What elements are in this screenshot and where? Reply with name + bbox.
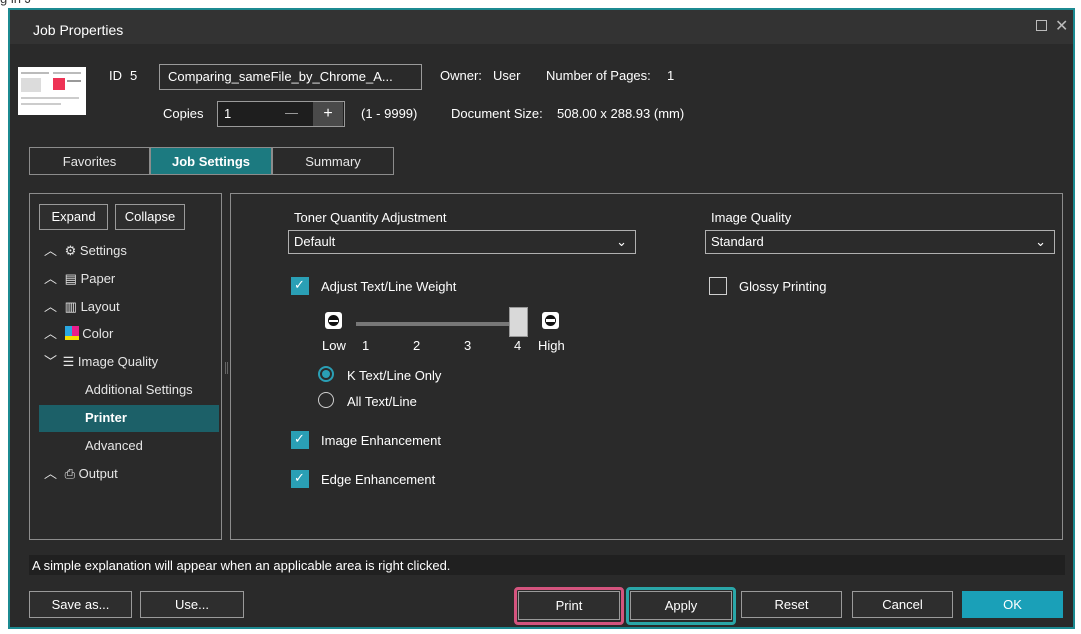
glossy-checkbox[interactable] — [709, 277, 727, 295]
gear-icon: ⚙ — [64, 243, 77, 258]
docsize-label: Document Size: — [451, 106, 543, 121]
pages-label: Number of Pages: — [546, 68, 651, 83]
color-icon — [64, 326, 79, 340]
tree-item-color[interactable]: ︿ Color — [44, 323, 214, 345]
iq-label: Image Quality — [711, 210, 792, 225]
image-enhancement-checkbox[interactable]: ✓ — [291, 431, 309, 449]
slider-tick-4: 4 — [514, 338, 522, 353]
background-partial-text: g in J — [0, 0, 31, 6]
window-title: Job Properties — [33, 22, 124, 38]
tree-item-paper[interactable]: ︿ ▤ Paper — [44, 268, 214, 290]
close-icon[interactable]: ✕ — [1055, 16, 1068, 36]
chevron-down-icon: ⌄ — [1035, 234, 1046, 249]
tree-item-settings[interactable]: ︿ ⚙ Settings — [44, 240, 214, 262]
slider-tick-3: 3 — [464, 338, 472, 353]
copies-range: (1 - 9999) — [361, 106, 418, 121]
id-value: 5 — [130, 68, 138, 83]
copies-input[interactable]: 1 — [224, 106, 231, 121]
toner-label: Toner Quantity Adjustment — [294, 210, 447, 225]
layout-icon: ▥ — [64, 299, 77, 314]
iq-select-value: Standard — [711, 234, 764, 249]
tree-item-image-quality[interactable]: ﹀ ☰ Image Quality — [44, 351, 214, 373]
adjust-text-label: Adjust Text/Line Weight — [321, 279, 457, 294]
id-label: ID — [109, 68, 122, 83]
copies-label: Copies — [163, 106, 204, 121]
tab-summary[interactable]: Summary — [272, 147, 394, 175]
slider-high-label: High — [538, 338, 565, 353]
document-thumbnail — [18, 67, 86, 115]
check-icon: ✓ — [294, 277, 305, 292]
owner-label: Owner: — [440, 68, 482, 83]
radio-k-text-label: K Text/Line Only — [347, 368, 442, 383]
tree-item-label: Color — [82, 326, 114, 341]
slider-tick-2: 2 — [413, 338, 421, 353]
use-button[interactable]: Use... — [140, 591, 244, 618]
check-icon: ✓ — [294, 431, 305, 446]
tree-item-additional-settings[interactable]: Additional Settings — [85, 379, 193, 401]
title-bar — [10, 10, 1073, 44]
radio-all-text[interactable] — [318, 392, 334, 408]
tree-item-layout[interactable]: ︿ ▥ Layout — [44, 296, 214, 318]
edge-enhancement-checkbox[interactable]: ✓ — [291, 470, 309, 488]
tab-favorites[interactable]: Favorites — [29, 147, 150, 175]
copies-stepper[interactable]: 1 — + — [217, 101, 345, 127]
cancel-button[interactable]: Cancel — [852, 591, 953, 618]
iq-select[interactable]: Standard ⌄ — [705, 230, 1055, 254]
radio-k-text[interactable] — [318, 366, 334, 382]
chevron-up-icon: ︿ — [44, 271, 58, 286]
slider-tick-1: 1 — [362, 338, 370, 353]
check-icon: ✓ — [294, 470, 305, 485]
print-button[interactable]: Print — [518, 591, 620, 620]
tree-item-label: Output — [78, 466, 118, 481]
tree-item-output[interactable]: ︿ ⎙ Output — [44, 463, 214, 485]
chevron-up-icon: ︿ — [44, 326, 58, 341]
chevron-down-icon: ⌄ — [616, 234, 627, 249]
chevron-up-icon: ︿ — [44, 466, 58, 481]
file-name-field[interactable]: Comparing_sameFile_by_Chrome_A... — [159, 64, 422, 90]
docsize-value: 508.00 x 288.93 (mm) — [557, 106, 685, 121]
ok-button[interactable]: OK — [962, 591, 1063, 618]
toner-select[interactable]: Default ⌄ — [288, 230, 636, 254]
toner-select-value: Default — [294, 234, 336, 249]
status-text: A simple explanation will appear when an… — [32, 558, 451, 573]
apply-button[interactable]: Apply — [630, 591, 732, 620]
tree-item-label: Printer — [85, 410, 127, 425]
tab-job-settings[interactable]: Job Settings — [150, 147, 272, 175]
high-weight-icon — [542, 312, 559, 329]
tree-item-advanced[interactable]: Advanced — [85, 435, 143, 457]
adjust-text-checkbox[interactable]: ✓ — [291, 277, 309, 295]
tree-item-label: Settings — [79, 243, 127, 258]
maximize-icon[interactable] — [1036, 20, 1047, 31]
pages-value: 1 — [667, 68, 675, 83]
tree-item-label: Paper — [80, 271, 116, 286]
image-enhancement-label: Image Enhancement — [321, 433, 441, 448]
chevron-up-icon: ︿ — [44, 243, 58, 258]
printer-icon: ⎙ — [64, 466, 76, 481]
image-quality-icon: ☰ — [62, 354, 75, 369]
save-as-button[interactable]: Save as... — [29, 591, 132, 618]
chevron-down-icon: ﹀ — [44, 354, 58, 369]
copies-decrement-button[interactable]: — — [285, 105, 298, 120]
tree-item-printer[interactable]: Printer — [39, 405, 219, 432]
tree-item-label: Image Quality — [77, 354, 159, 369]
collapse-button[interactable]: Collapse — [115, 204, 185, 230]
owner-value: User — [493, 68, 521, 83]
splitter-handle[interactable] — [225, 362, 228, 374]
slider-low-label: Low — [322, 338, 346, 353]
paper-icon: ▤ — [64, 271, 77, 286]
tree-item-label: Layout — [80, 299, 120, 314]
weight-slider-track[interactable] — [356, 322, 512, 326]
low-weight-icon — [325, 312, 342, 329]
chevron-up-icon: ︿ — [44, 299, 58, 314]
reset-button[interactable]: Reset — [741, 591, 842, 618]
glossy-label: Glossy Printing — [739, 279, 827, 294]
copies-increment-button[interactable]: + — [313, 102, 343, 126]
expand-button[interactable]: Expand — [39, 204, 108, 230]
weight-slider-thumb[interactable] — [509, 307, 528, 337]
edge-enhancement-label: Edge Enhancement — [321, 472, 436, 487]
radio-all-text-label: All Text/Line — [347, 394, 417, 409]
